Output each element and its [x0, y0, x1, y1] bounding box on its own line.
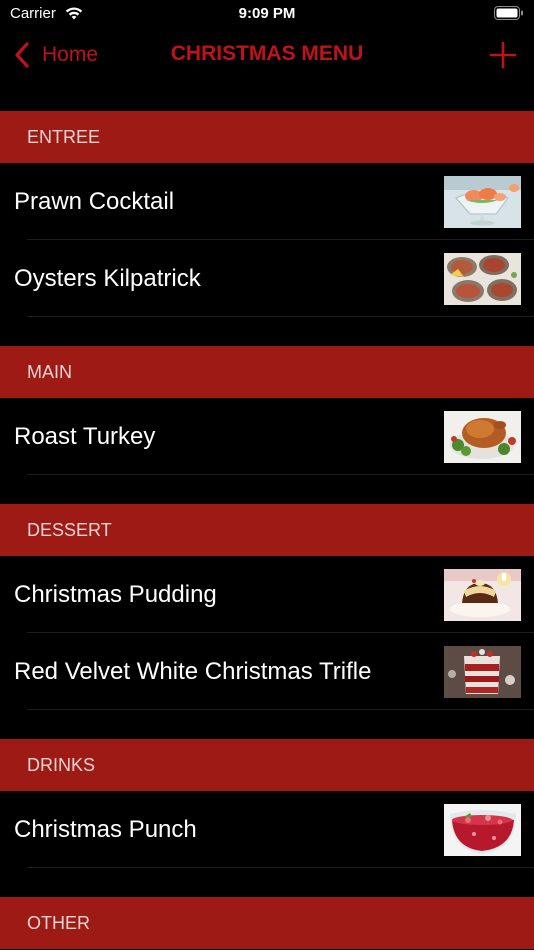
- menu-item-roast-turkey[interactable]: Roast Turkey: [0, 398, 534, 475]
- oysters-photo: [444, 253, 521, 305]
- section-header-main: MAIN: [0, 346, 534, 398]
- section-header-dessert: DESSERT: [0, 504, 534, 556]
- menu-item-label: Roast Turkey: [14, 422, 156, 450]
- section-header-drinks: DRINKS: [0, 739, 534, 791]
- menu-item-label: Prawn Cocktail: [14, 187, 175, 215]
- battery-icon: [494, 6, 523, 20]
- row-divider: [27, 316, 534, 317]
- menu-item-red-velvet-trifle[interactable]: Red Velvet White Christmas Trifle: [0, 633, 534, 710]
- menu-item-prawn-cocktail[interactable]: Prawn Cocktail: [0, 163, 534, 240]
- page-title: CHRISTMAS MENU: [170, 42, 364, 65]
- menu-item-label: Red Velvet White Christmas Trifle: [14, 657, 372, 685]
- section-title: DESSERT: [27, 519, 112, 540]
- status-time: 9:09 PM: [238, 5, 296, 22]
- menu-item-christmas-punch[interactable]: Christmas Punch: [0, 791, 534, 868]
- section-title: ENTREE: [27, 126, 101, 147]
- row-divider: [27, 474, 534, 475]
- punch-photo: [444, 804, 521, 856]
- section-title: DRINKS: [27, 754, 96, 775]
- christmas-pudding-photo: [444, 569, 521, 621]
- menu-item-christmas-pudding[interactable]: Christmas Pudding: [0, 556, 534, 633]
- menu-item-label: Christmas Pudding: [14, 580, 217, 608]
- trifle-photo: [444, 646, 521, 698]
- navigation-bar: Home CHRISTMAS MENU: [0, 30, 534, 80]
- section-header-other: OTHER: [0, 897, 534, 949]
- menu-item-label: Oysters Kilpatrick: [14, 264, 201, 292]
- row-divider: [27, 709, 534, 710]
- menu-list: ENTREE Prawn Cocktail Oysters Kilpatrick: [0, 111, 534, 949]
- menu-item-oysters-kilpatrick[interactable]: Oysters Kilpatrick: [0, 240, 534, 317]
- menu-item-label: Christmas Punch: [14, 815, 197, 843]
- status-bar: Carrier 9:09 PM: [0, 0, 534, 30]
- roast-turkey-photo: [444, 411, 521, 463]
- prawn-cocktail-photo: [444, 176, 521, 228]
- section-header-entree: ENTREE: [0, 111, 534, 163]
- add-icon[interactable]: [490, 42, 516, 68]
- section-title: OTHER: [27, 912, 90, 933]
- row-divider: [27, 867, 534, 868]
- section-title: MAIN: [27, 361, 72, 382]
